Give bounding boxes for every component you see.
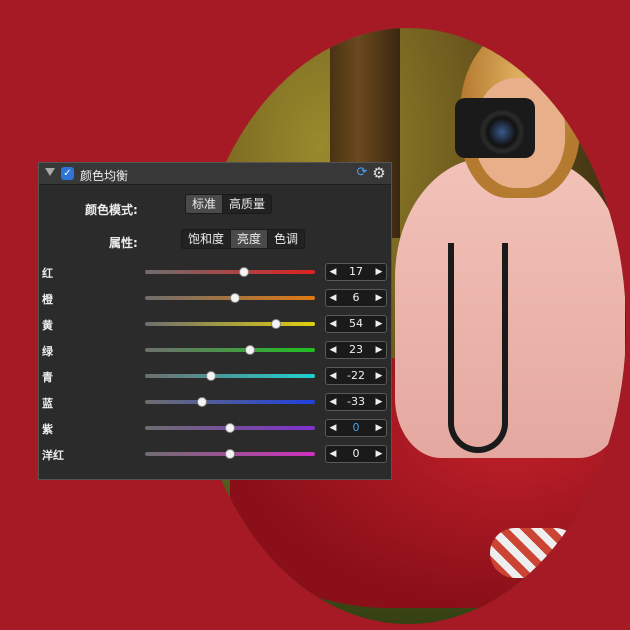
- decrement-arrow-icon[interactable]: ◀: [326, 290, 340, 306]
- gear-icon[interactable]: ⚙: [371, 165, 387, 181]
- channel-label: 红: [42, 267, 53, 280]
- channel-slider-thumb[interactable]: [206, 371, 217, 381]
- color-mode-standard[interactable]: 标准: [186, 195, 224, 213]
- channel-slider-thumb[interactable]: [239, 267, 250, 277]
- channel-slider-track[interactable]: [145, 319, 315, 329]
- color-balance-panel: ✓ 颜色均衡 ⟳ ⚙ 颜色模式: 标准 高质量 属性: 饱和度 亮度 色调 红 ◀…: [38, 162, 392, 480]
- channel-value-input[interactable]: 0: [340, 446, 372, 462]
- channel-label: 蓝: [42, 397, 53, 410]
- increment-arrow-icon[interactable]: ▶: [372, 290, 386, 306]
- shoe: [490, 528, 580, 578]
- enable-checkbox[interactable]: ✓: [61, 167, 74, 180]
- increment-arrow-icon[interactable]: ▶: [372, 264, 386, 280]
- channel-slider-track[interactable]: [145, 345, 315, 355]
- attribute-label: 属性:: [109, 236, 138, 250]
- color-mode-label: 颜色模式:: [85, 203, 138, 217]
- channel-slider-track[interactable]: [145, 371, 315, 381]
- channel-value-input[interactable]: 6: [340, 290, 372, 306]
- increment-arrow-icon[interactable]: ▶: [372, 446, 386, 462]
- decrement-arrow-icon[interactable]: ◀: [326, 368, 340, 384]
- channel-label: 绿: [42, 345, 53, 358]
- channel-value-stepper[interactable]: ◀ -33 ▶: [325, 393, 387, 411]
- channel-label: 青: [42, 371, 53, 384]
- channel-slider-thumb[interactable]: [244, 345, 255, 355]
- channel-label: 紫: [42, 423, 53, 436]
- attribute-hue[interactable]: 色调: [268, 230, 304, 248]
- increment-arrow-icon[interactable]: ▶: [372, 394, 386, 410]
- channel-slider-track[interactable]: [145, 423, 315, 433]
- channel-value-stepper[interactable]: ◀ 6 ▶: [325, 289, 387, 307]
- sweater: [395, 158, 625, 458]
- channel-value-stepper[interactable]: ◀ 0 ▶: [325, 445, 387, 463]
- channel-slider-track[interactable]: [145, 449, 315, 459]
- channel-value-input[interactable]: 23: [340, 342, 372, 358]
- panel-header: ✓ 颜色均衡 ⟳ ⚙: [39, 163, 391, 185]
- channel-value-input[interactable]: 17: [340, 264, 372, 280]
- attribute-saturation[interactable]: 饱和度: [182, 230, 232, 248]
- color-mode-segmented: 标准 高质量: [185, 194, 273, 214]
- increment-arrow-icon[interactable]: ▶: [372, 420, 386, 436]
- decrement-arrow-icon[interactable]: ◀: [326, 316, 340, 332]
- decrement-arrow-icon[interactable]: ◀: [326, 446, 340, 462]
- channel-slider-thumb[interactable]: [225, 449, 235, 459]
- increment-arrow-icon[interactable]: ▶: [372, 368, 386, 384]
- increment-arrow-icon[interactable]: ▶: [372, 342, 386, 358]
- channel-value-stepper[interactable]: ◀ 0 ▶: [325, 419, 387, 437]
- channel-label: 洋红: [42, 449, 64, 462]
- channel-value-input[interactable]: 54: [340, 316, 372, 332]
- channel-slider-track[interactable]: [145, 397, 315, 407]
- channel-label: 黄: [42, 319, 53, 332]
- channel-slider-thumb[interactable]: [230, 293, 241, 303]
- channel-value-stepper[interactable]: ◀ 54 ▶: [325, 315, 387, 333]
- channel-value-input[interactable]: -33: [340, 394, 372, 410]
- decrement-arrow-icon[interactable]: ◀: [326, 264, 340, 280]
- channel-slider-thumb[interactable]: [225, 423, 235, 433]
- channel-value-stepper[interactable]: ◀ -22 ▶: [325, 367, 387, 385]
- channel-value-input[interactable]: -22: [340, 368, 372, 384]
- decrement-arrow-icon[interactable]: ◀: [326, 420, 340, 436]
- color-mode-high-quality[interactable]: 高质量: [223, 195, 271, 213]
- collapse-triangle-icon[interactable]: [45, 168, 55, 176]
- panel-title: 颜色均衡: [80, 169, 129, 183]
- attribute-segmented: 饱和度 亮度 色调: [181, 229, 306, 249]
- channel-value-stepper[interactable]: ◀ 23 ▶: [325, 341, 387, 359]
- camera-lens: [480, 110, 524, 154]
- channel-slider-thumb[interactable]: [270, 319, 281, 329]
- channel-value-stepper[interactable]: ◀ 17 ▶: [325, 263, 387, 281]
- increment-arrow-icon[interactable]: ▶: [372, 316, 386, 332]
- attribute-brightness[interactable]: 亮度: [231, 230, 269, 248]
- channel-slider-track[interactable]: [145, 293, 315, 303]
- channel-slider-track[interactable]: [145, 267, 315, 277]
- reset-icon[interactable]: ⟳: [355, 166, 369, 180]
- channel-value-input[interactable]: 0: [340, 420, 372, 436]
- channel-label: 橙: [42, 293, 53, 306]
- decrement-arrow-icon[interactable]: ◀: [326, 342, 340, 358]
- camera-strap: [448, 243, 508, 453]
- channel-slider-thumb[interactable]: [196, 397, 207, 407]
- decrement-arrow-icon[interactable]: ◀: [326, 394, 340, 410]
